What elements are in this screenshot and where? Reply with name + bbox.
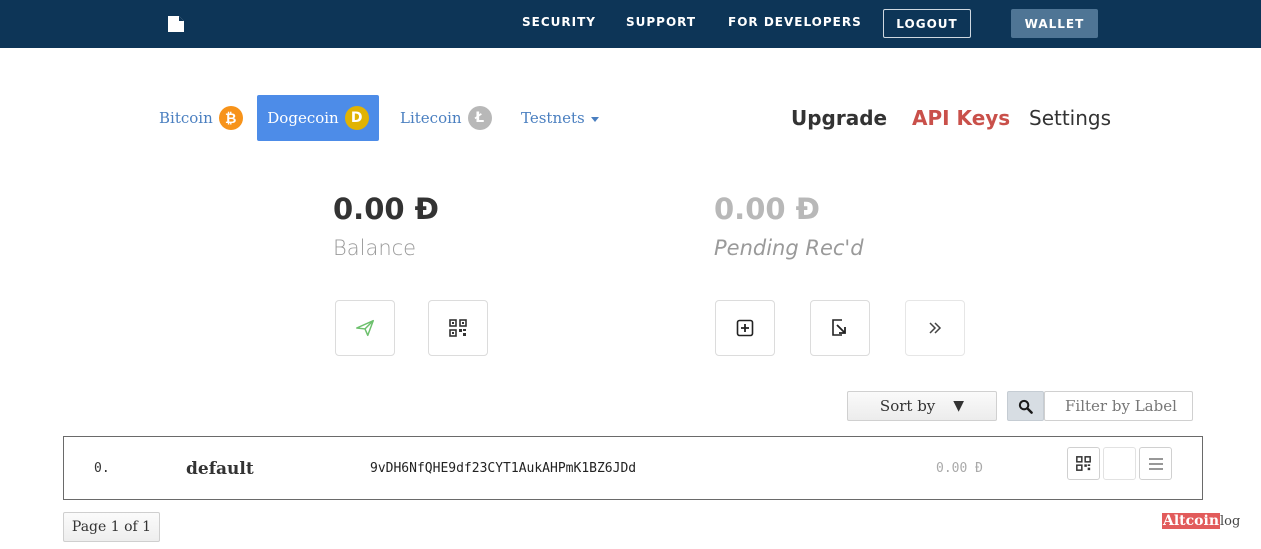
logout-button[interactable]: LOGOUT	[883, 9, 971, 38]
search-icon	[1018, 399, 1033, 414]
plus-square-icon	[736, 319, 754, 337]
row-blank-button[interactable]	[1103, 447, 1136, 480]
send-icon	[356, 319, 374, 337]
balance-amount: 0.00 Đ	[333, 192, 439, 226]
tab-testnets-label: Testnets	[521, 109, 585, 127]
send-button[interactable]	[335, 300, 395, 356]
watermark-part-1: Altcoin	[1162, 513, 1221, 529]
add-address-button[interactable]	[715, 300, 775, 356]
nav-support[interactable]: SUPPORT	[626, 15, 696, 29]
qr-code-icon	[449, 319, 467, 337]
logo-icon[interactable]	[168, 16, 184, 32]
tab-litecoin-label: Litecoin	[400, 109, 462, 127]
table-row[interactable]: 0. default 9vDH6NfQHE9df23CYT1AukAHPmK1B…	[63, 436, 1203, 500]
top-navbar: SECURITY SUPPORT FOR DEVELOPERS LOGOUT W…	[0, 0, 1261, 48]
tab-bitcoin-label: Bitcoin	[159, 109, 213, 127]
double-chevron-right-icon	[929, 322, 942, 334]
row-address[interactable]: 9vDH6NfQHE9df23CYT1AukAHPmK1BZ6JDd	[370, 461, 636, 476]
bitcoin-icon: ₿	[218, 106, 243, 130]
balance-label: Balance	[333, 236, 417, 260]
sort-by-select[interactable]: Sort by ▼	[847, 391, 997, 421]
row-qr-button[interactable]	[1067, 447, 1100, 480]
filter-by-label-input[interactable]	[1044, 391, 1193, 421]
watermark-part-2: log	[1220, 514, 1241, 529]
pagination-indicator[interactable]: Page 1 of 1	[63, 512, 160, 542]
tab-dogecoin-label: Dogecoin	[267, 109, 339, 127]
search-button[interactable]	[1007, 391, 1044, 421]
qr-code-icon	[1076, 456, 1091, 471]
row-balance: 0.00 Đ	[936, 461, 983, 476]
tab-dogecoin[interactable]: Dogecoin D	[257, 95, 379, 141]
import-button[interactable]	[810, 300, 870, 356]
row-label: default	[186, 459, 254, 479]
qr-code-button[interactable]	[428, 300, 488, 356]
dogecoin-icon: D	[344, 106, 369, 130]
row-menu-button[interactable]	[1139, 447, 1172, 480]
hamburger-menu-icon	[1148, 457, 1163, 470]
nav-security[interactable]: SECURITY	[522, 15, 596, 29]
more-button[interactable]	[905, 300, 965, 356]
settings-link[interactable]: Settings	[1029, 106, 1111, 130]
triangle-down-icon: ▼	[953, 398, 965, 414]
upgrade-link[interactable]: Upgrade	[791, 106, 887, 130]
tab-litecoin[interactable]: Litecoin Ł	[400, 95, 492, 141]
tab-testnets[interactable]: Testnets	[521, 95, 599, 141]
pending-label: Pending Rec'd	[714, 236, 864, 260]
caret-down-icon	[590, 116, 599, 122]
sort-by-label: Sort by	[879, 397, 936, 415]
row-index: 0.	[94, 461, 110, 476]
tab-bitcoin[interactable]: Bitcoin ₿	[159, 95, 243, 141]
pending-amount: 0.00 Đ	[714, 192, 820, 226]
wallet-button[interactable]: WALLET	[1011, 9, 1098, 38]
nav-for-developers[interactable]: FOR DEVELOPERS	[728, 15, 862, 29]
litecoin-icon: Ł	[467, 106, 492, 130]
api-keys-link[interactable]: API Keys	[912, 106, 1010, 130]
watermark: Altcoinlog	[1162, 513, 1240, 529]
import-arrow-icon	[832, 319, 846, 336]
